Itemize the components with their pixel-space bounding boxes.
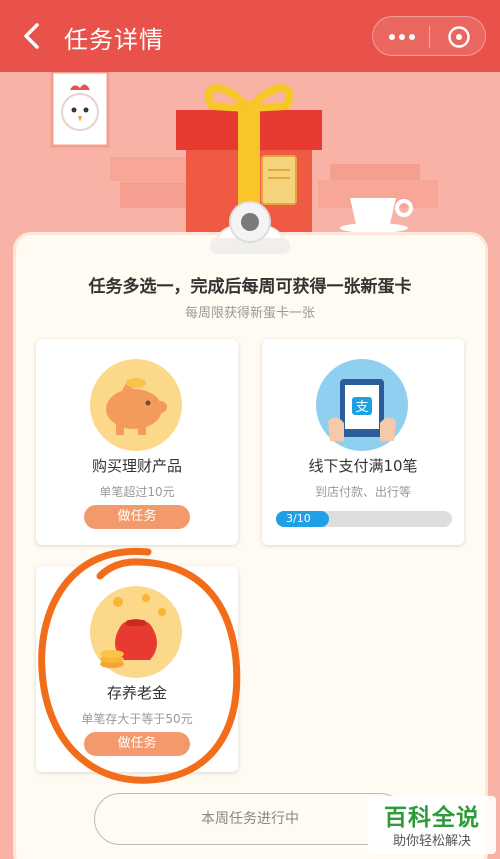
task-subline: 每周限获得新蛋卡一张: [184, 306, 315, 321]
alipay-tablet-icon: 支: [316, 359, 408, 451]
task-name: 线下支付满10笔: [308, 457, 418, 475]
task-name: 购买理财产品: [91, 457, 182, 475]
task-desc: 单笔存大于等于50元: [81, 712, 193, 726]
watermark-logo: 百科全说 助你轻松解决: [368, 796, 496, 854]
task-card-pension[interactable]: 存养老金 单笔存大于等于50元 做任务: [36, 566, 238, 772]
watermark-title: 百科全说: [384, 805, 480, 831]
more-dots-icon[interactable]: [387, 29, 417, 45]
weekly-status-button[interactable]: 本周任务进行中: [94, 793, 406, 845]
top-bar: 任务详情: [0, 0, 500, 72]
close-target-icon[interactable]: [447, 25, 471, 49]
chicken-frame-icon: [50, 72, 110, 148]
progress-label: 3/10: [286, 512, 311, 525]
svg-text:支: 支: [355, 400, 368, 415]
do-task-button[interactable]: 做任务: [84, 505, 190, 529]
paper-clip-icon: [210, 201, 290, 254]
back-arrow-icon[interactable]: [20, 22, 44, 50]
task-desc: 单笔超过10元: [99, 485, 175, 499]
task-name: 存养老金: [106, 684, 167, 702]
task-desc: 到店付款、出行等: [314, 485, 411, 499]
capsule-divider: [429, 26, 430, 48]
do-task-button[interactable]: 做任务: [84, 732, 190, 756]
piggy-bank-icon: [90, 359, 182, 451]
task-headline: 任务多选一，完成后每周可获得一张新蛋卡: [88, 277, 412, 297]
task-card-offline-pay[interactable]: 支 线下支付满10笔 到店付款、出行等 3/10: [262, 339, 464, 545]
money-bag-icon: [90, 586, 182, 678]
task-card-finance[interactable]: 购买理财产品 单笔超过10元 做任务: [36, 339, 238, 545]
watermark-subtitle: 助你轻松解决: [392, 834, 471, 849]
task-progress-bar: 3/10: [276, 511, 452, 527]
mini-program-capsule: [372, 16, 486, 56]
page-title: 任务详情: [64, 26, 164, 54]
